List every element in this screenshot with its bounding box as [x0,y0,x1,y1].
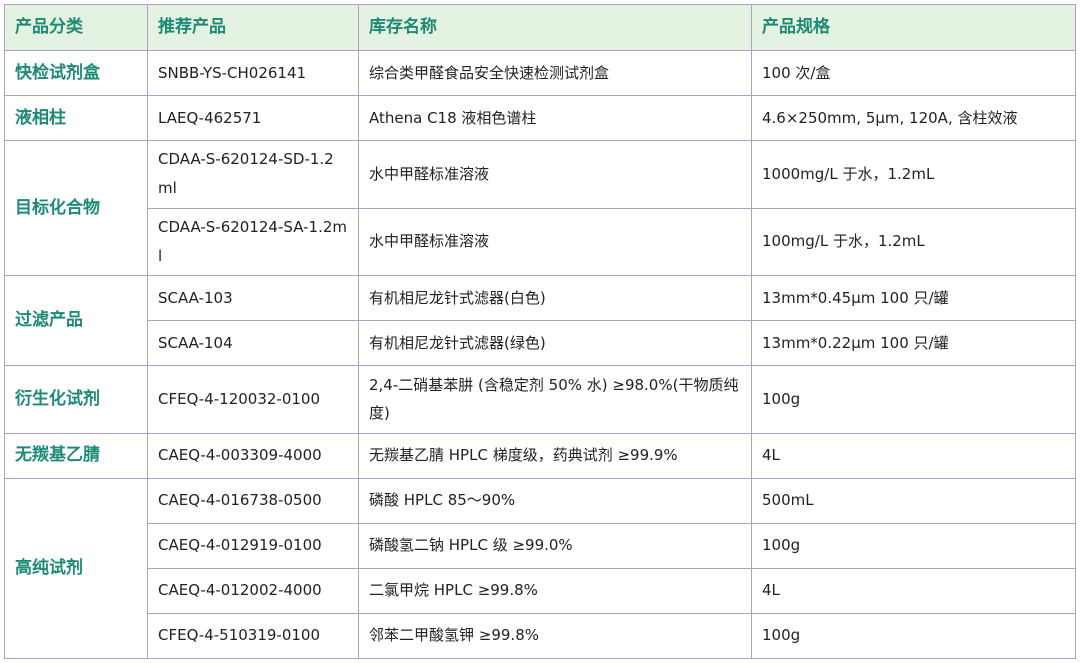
product-code-cell: CFEQ-4-510319-0100 [147,612,359,660]
table-row: 衍生化试剂 CFEQ-4-120032-0100 2,4-二硝基苯肼 (含稳定剂… [4,365,1076,434]
product-code-cell: SCAA-103 [147,275,359,322]
category-cell: 无羰基乙腈 [4,432,148,479]
product-table: 产品分类 推荐产品 库存名称 产品规格 快检试剂盒 SNBB-YS-CH0261… [4,4,1076,660]
product-code-cell: CAEQ-4-012002-4000 [147,567,359,614]
stock-name-cell: 有机相尼龙针式滤器(绿色) [358,320,752,367]
table-row: 过滤产品 SCAA-103 有机相尼龙针式滤器(白色) 13mm*0.45μm … [4,275,1076,367]
header-stock-name: 库存名称 [358,4,752,51]
product-code-cell: SCAA-104 [147,320,359,367]
spec-cell: 13mm*0.22μm 100 只/罐 [751,320,1076,367]
table-row: CAEQ-4-012002-4000 二氯甲烷 HPLC ≥99.8% 4L [5,567,1076,614]
table-row: 液相柱 LAEQ-462571 Athena C18 液相色谱柱 4.6×250… [4,95,1076,142]
product-code-cell: LAEQ-462571 [147,95,359,142]
table-row: CAEQ-4-012919-0100 磷酸氢二钠 HPLC 级 ≥99.0% 1… [5,522,1076,569]
table-row: 无羰基乙腈 CAEQ-4-003309-4000 无羰基乙腈 HPLC 梯度级，… [4,432,1076,479]
spec-cell: 100 次/盒 [751,49,1076,97]
stock-name-cell: 邻苯二甲酸氢钾 ≥99.8% [358,612,752,660]
spec-cell: 13mm*0.45μm 100 只/罐 [751,275,1076,322]
table-row: 高纯试剂 CAEQ-4-016738-0500 磷酸 HPLC 85～90% 5… [4,477,1076,660]
table-row: CDAA-S-620124-SA-1.2ml 水中甲醛标准溶液 100mg/L … [5,207,1076,277]
spec-cell: 100g [751,612,1076,660]
spec-cell: 1000mg/L 于水，1.2mL [751,140,1076,209]
table-row: 快检试剂盒 SNBB-YS-CH026141 综合类甲醛食品安全快速检测试剂盒 … [4,49,1076,97]
category-cell: 高纯试剂 [4,477,148,660]
table-row: CFEQ-4-510319-0100 邻苯二甲酸氢钾 ≥99.8% 100g [5,612,1076,660]
stock-name-cell: 磷酸氢二钠 HPLC 级 ≥99.0% [358,522,752,569]
spec-cell: 100mg/L 于水，1.2mL [751,207,1076,277]
category-cell: 目标化合物 [4,140,148,277]
table-row: SCAA-104 有机相尼龙针式滤器(绿色) 13mm*0.22μm 100 只… [5,320,1076,367]
table-header-row: 产品分类 推荐产品 库存名称 产品规格 [4,4,1076,51]
product-code-cell: CFEQ-4-120032-0100 [147,365,359,434]
stock-name-cell: 水中甲醛标准溶液 [358,140,752,209]
stock-name-cell: 水中甲醛标准溶液 [358,207,752,277]
stock-name-cell: 二氯甲烷 HPLC ≥99.8% [358,567,752,614]
stock-name-cell: 综合类甲醛食品安全快速检测试剂盒 [358,49,752,97]
category-cell: 衍生化试剂 [4,365,148,434]
stock-name-cell: 无羰基乙腈 HPLC 梯度级，药典试剂 ≥99.9% [358,432,752,479]
spec-cell: 4L [751,567,1076,614]
product-code-cell: SNBB-YS-CH026141 [147,49,359,97]
header-specification: 产品规格 [751,4,1076,51]
table-row: 目标化合物 CDAA-S-620124-SD-1.2ml 水中甲醛标准溶液 10… [4,140,1076,277]
category-cell: 过滤产品 [4,275,148,367]
product-code-cell: CAEQ-4-012919-0100 [147,522,359,569]
product-code-cell: CAEQ-4-016738-0500 [147,477,359,524]
product-code-cell: CAEQ-4-003309-4000 [147,432,359,479]
stock-name-cell: 有机相尼龙针式滤器(白色) [358,275,752,322]
spec-cell: 4.6×250mm, 5μm, 120A, 含柱效液 [751,95,1076,142]
product-code-cell: CDAA-S-620124-SA-1.2ml [147,207,359,277]
header-recommended-product: 推荐产品 [147,4,359,51]
spec-cell: 4L [751,432,1076,479]
product-code-cell: CDAA-S-620124-SD-1.2ml [147,140,359,209]
stock-name-cell: 2,4-二硝基苯肼 (含稳定剂 50% 水) ≥98.0%(干物质纯度) [358,365,752,434]
stock-name-cell: Athena C18 液相色谱柱 [358,95,752,142]
header-category: 产品分类 [4,4,148,51]
stock-name-cell: 磷酸 HPLC 85～90% [358,477,752,524]
category-cell: 快检试剂盒 [4,49,148,97]
spec-cell: 100g [751,522,1076,569]
spec-cell: 500mL [751,477,1076,524]
spec-cell: 100g [751,365,1076,434]
category-cell: 液相柱 [4,95,148,142]
